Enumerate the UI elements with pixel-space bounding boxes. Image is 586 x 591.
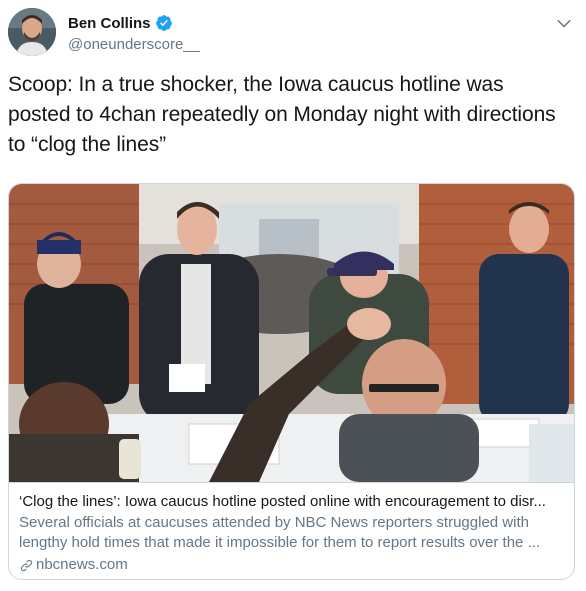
chevron-down-icon[interactable] <box>554 14 574 34</box>
card-image[interactable] <box>9 184 574 482</box>
card-domain[interactable]: nbcnews.com <box>19 555 564 575</box>
author-name-row: Ben Collins <box>68 14 173 32</box>
card-description: Several officials at caucuses attended b… <box>19 513 564 553</box>
author-handle[interactable]: @oneunderscore__ <box>68 36 200 53</box>
avatar[interactable] <box>8 8 56 56</box>
card-description-line: Several officials at caucuses attended b… <box>19 514 529 531</box>
link-card[interactable]: ‘Clog the lines’: Iowa caucus hotline po… <box>8 183 575 580</box>
tweet-text: Scoop: In a true shocker, the Iowa caucu… <box>8 73 556 156</box>
link-icon <box>20 559 33 571</box>
card-description-line: lengthy hold times that made it impossib… <box>19 534 541 551</box>
verified-badge-icon <box>155 15 172 31</box>
card-body[interactable]: ‘Clog the lines’: Iowa caucus hotline po… <box>9 482 574 579</box>
card-title[interactable]: ‘Clog the lines’: Iowa caucus hotline po… <box>19 492 564 511</box>
card-domain-text[interactable]: nbcnews.com <box>36 555 128 575</box>
tweet-header: Ben Collins @oneunderscore__ <box>8 8 578 60</box>
author-name[interactable]: Ben Collins <box>68 15 151 32</box>
